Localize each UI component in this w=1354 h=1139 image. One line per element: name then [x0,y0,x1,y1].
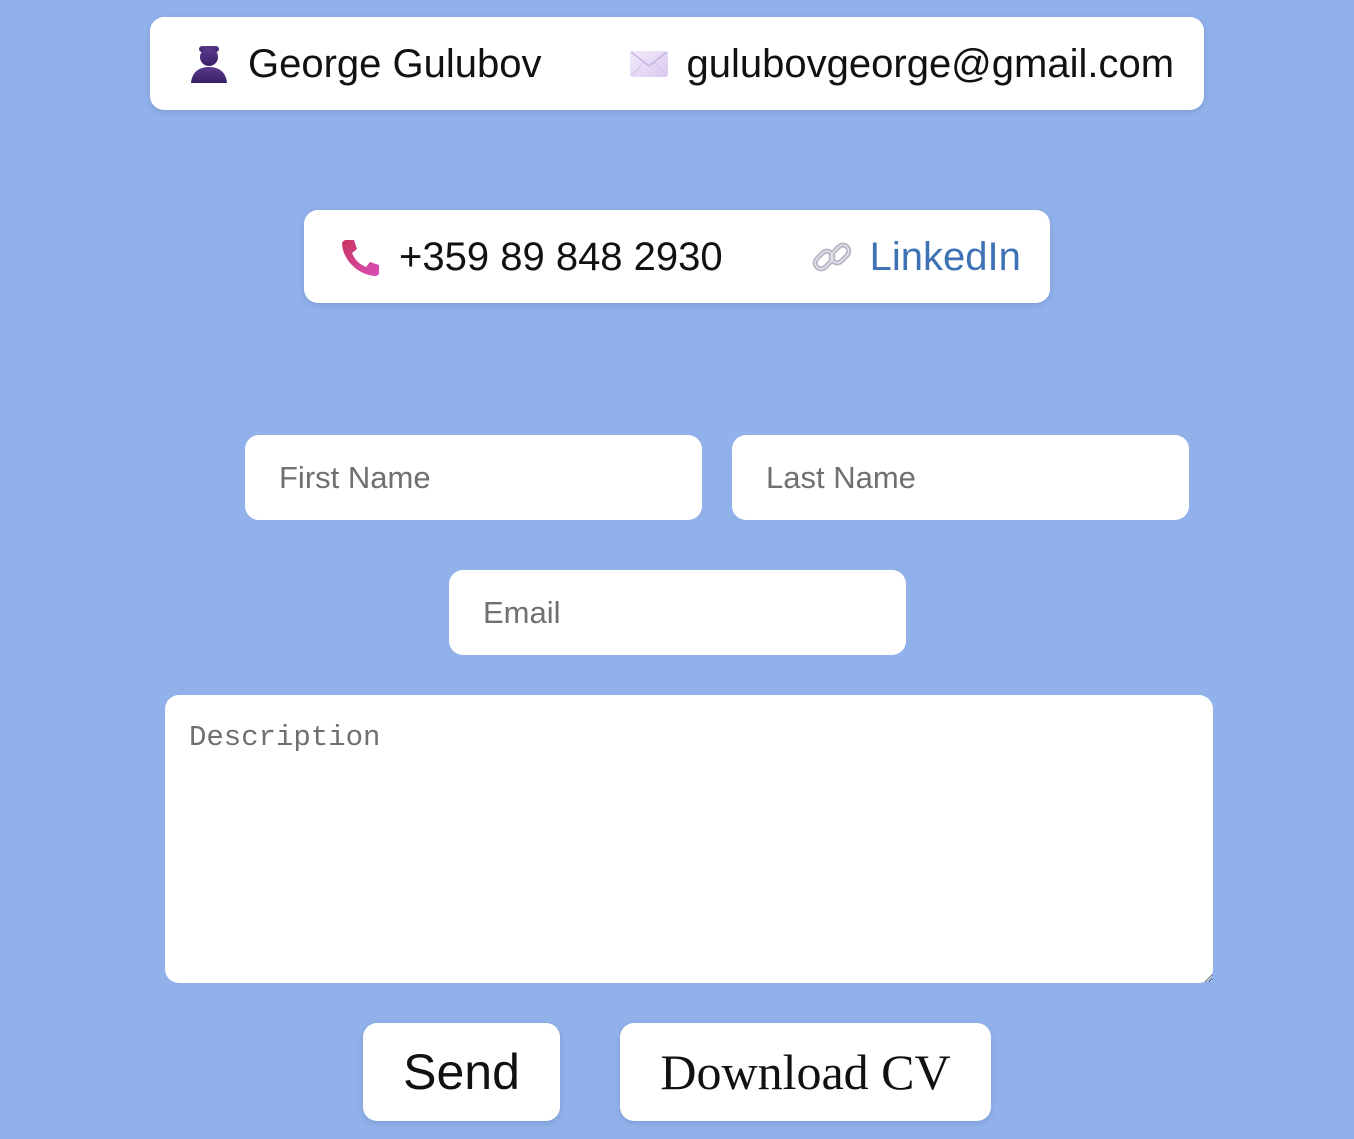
contact-card-phone-linkedin: +359 89 848 2930 LinkedIn [304,210,1050,303]
first-name-input[interactable] [245,435,702,520]
person-icon [188,43,230,85]
linkedin-link[interactable]: LinkedIn [870,237,1021,277]
send-button[interactable]: Send [363,1023,560,1121]
contact-name: George Gulubov [248,41,542,86]
phone-info: +359 89 848 2930 [340,236,723,278]
contact-phone: +359 89 848 2930 [399,234,723,279]
description-textarea[interactable] [165,695,1213,983]
download-cv-button[interactable]: Download CV [620,1023,991,1121]
envelope-icon [628,43,670,85]
last-name-input[interactable] [732,435,1189,520]
linkedin-info[interactable]: LinkedIn [811,236,1021,278]
telephone-icon [340,236,382,278]
name-info: George Gulubov [188,43,542,85]
email-input[interactable] [449,570,906,655]
contact-email: gulubovgeorge@gmail.com [686,41,1175,86]
contact-card-name-email: George Gulubov gulubovgeorge@gmail.com [150,17,1204,110]
link-chain-icon [811,236,853,278]
email-info: gulubovgeorge@gmail.com [628,41,1175,86]
